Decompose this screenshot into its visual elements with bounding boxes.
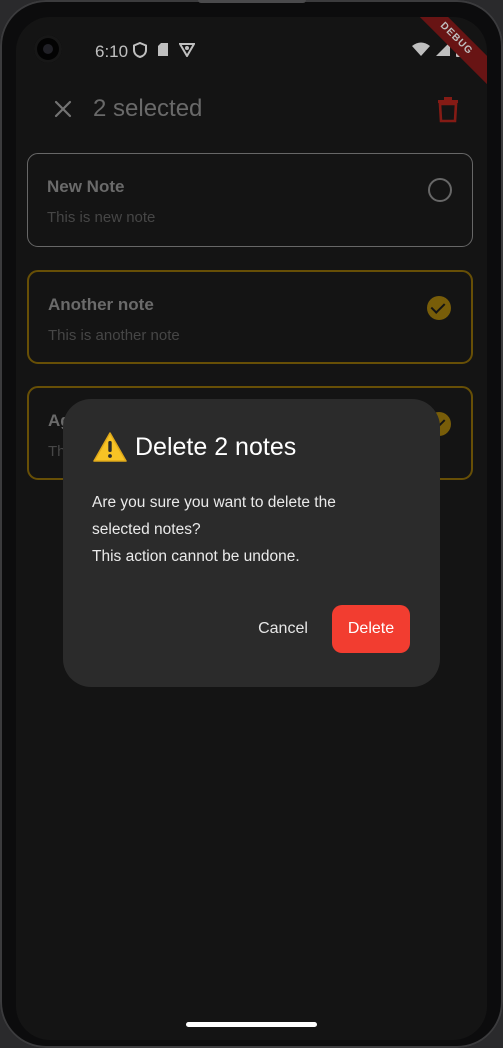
- cancel-button[interactable]: Cancel: [245, 605, 321, 653]
- delete-button[interactable]: Delete: [332, 605, 410, 653]
- warning-icon: [93, 432, 127, 462]
- screen: 6:10 DEBUG 2 selected New Note This is n…: [16, 17, 487, 1040]
- phone-frame: 6:10 DEBUG 2 selected New Note This is n…: [0, 0, 503, 1048]
- dialog-title-text: Delete 2 notes: [135, 432, 297, 461]
- dialog-message-line: This action cannot be undone.: [92, 548, 300, 565]
- home-indicator[interactable]: [186, 1022, 317, 1027]
- power-button: [198, 0, 306, 3]
- dialog-message: Are you sure you want to delete the sele…: [92, 489, 422, 570]
- delete-confirm-dialog: Delete 2 notes Are you sure you want to …: [63, 399, 440, 687]
- dialog-message-line: Are you sure you want to delete the: [92, 494, 336, 511]
- dialog-message-line: selected notes?: [92, 521, 201, 538]
- dialog-title: Delete 2 notes: [93, 431, 296, 463]
